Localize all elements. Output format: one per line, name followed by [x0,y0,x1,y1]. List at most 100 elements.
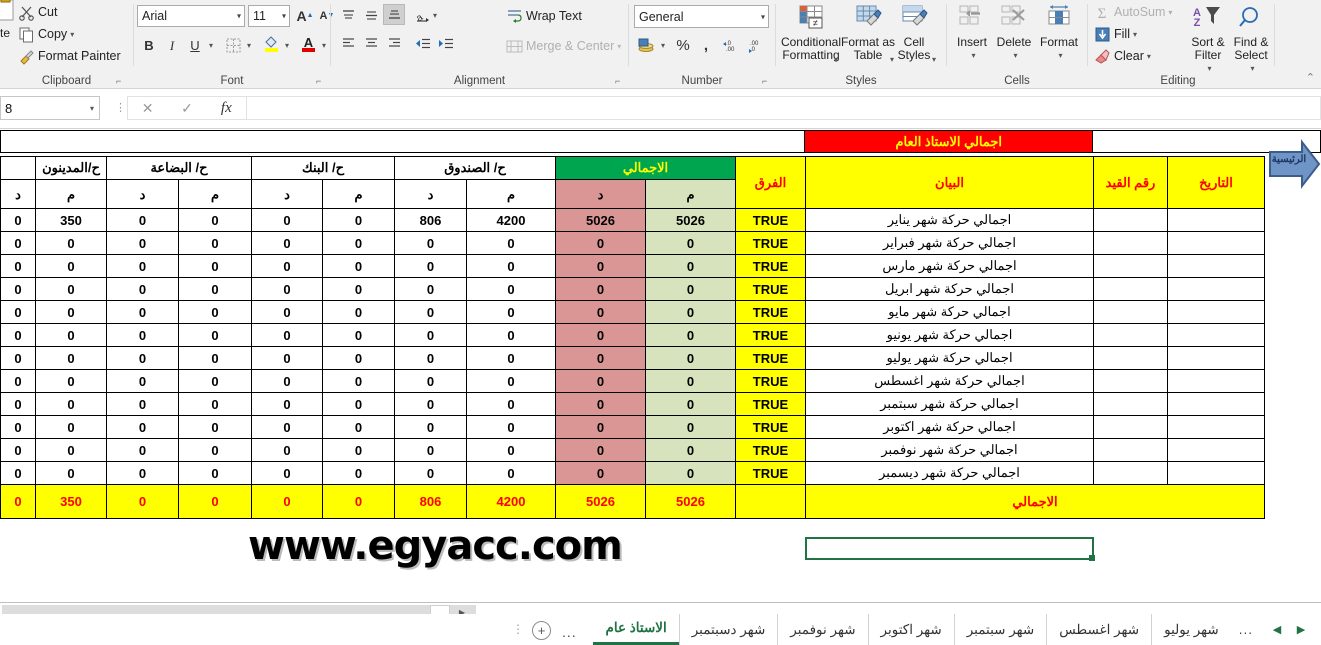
cell-madinun-d[interactable]: 0 [0,277,36,301]
cell-farq[interactable]: TRUE [735,415,806,439]
cell-bank-m[interactable]: 0 [322,392,395,416]
cell-bank-m[interactable]: 0 [322,346,395,370]
insert-cells-button[interactable]: Insert ▾ [950,3,994,62]
cell-bidaa-m[interactable]: 0 [178,346,252,370]
number-format-box[interactable]: General ▾ [634,5,769,28]
cell-bank-d[interactable]: 0 [251,392,323,416]
cell-bank-m[interactable]: 0 [322,277,395,301]
cell-raqm-qaid[interactable] [1093,208,1168,232]
name-box[interactable]: 8 ▾ [0,96,100,120]
cell-bayan[interactable]: اجمالي حركة شهر يناير [805,208,1094,232]
cell-sandouq-m[interactable]: 0 [466,231,556,255]
italic-button[interactable]: I [161,35,183,56]
cell-tarikh[interactable] [1167,300,1265,324]
cell-bank-d[interactable]: 0 [251,346,323,370]
cell-total-m[interactable]: 0 [645,277,736,301]
cell-bank-m[interactable]: 0 [322,438,395,462]
cell-raqm-qaid[interactable] [1093,300,1168,324]
cell-madinun-m[interactable]: 0 [35,461,107,485]
cell-sandouq-m[interactable]: 0 [466,277,556,301]
cell-farq[interactable]: TRUE [735,392,806,416]
orientation-dropdown-icon[interactable]: ▾ [433,11,437,20]
cell-styles-button[interactable]: Cell Styles [892,3,936,62]
cell-madinun-d[interactable]: 0 [0,254,36,278]
cell-styles-dropdown-icon[interactable]: ▾ [932,55,936,64]
cell-madinun-m[interactable]: 0 [35,369,107,393]
cell-madinun-m[interactable]: 0 [35,277,107,301]
fill-button[interactable]: Fill ▾ [1094,24,1137,44]
increase-decimal-button[interactable]: .0 .00 [721,35,745,56]
cell-total-m[interactable]: 0 [645,300,736,324]
cell-bidaa-d[interactable]: 0 [106,300,179,324]
align-left-button[interactable] [337,33,359,54]
bold-button[interactable]: B [138,35,160,56]
cell-bank-d[interactable]: 0 [251,277,323,301]
cell-sandouq-d[interactable]: 0 [394,438,467,462]
cell-farq[interactable]: TRUE [735,208,806,232]
cell-bidaa-m[interactable]: 0 [178,438,252,462]
cell-bank-d[interactable]: 0 [251,323,323,347]
name-box-dropdown-icon[interactable]: ▾ [90,104,94,113]
align-middle-button[interactable] [360,5,382,26]
cell-bidaa-m[interactable]: 0 [178,277,252,301]
cell-bayan[interactable]: اجمالي حركة شهر مايو [805,300,1094,324]
cell-total-m[interactable]: 5026 [645,208,736,232]
cell-bank-m[interactable]: 0 [322,300,395,324]
cell-farq[interactable]: TRUE [735,346,806,370]
cell-sandouq-d[interactable]: 0 [394,392,467,416]
sheet-tab[interactable]: شهر نوفمبر [777,614,867,645]
cell-bidaa-d[interactable]: 0 [106,231,179,255]
comma-style-button[interactable]: , [695,35,717,56]
font-dialog-launcher-icon[interactable]: ⌐ [316,76,325,86]
accounting-dropdown-icon[interactable]: ▾ [661,41,665,50]
cell-tarikh[interactable] [1167,346,1265,370]
cell-sandouq-d[interactable]: 0 [394,461,467,485]
cell-madinun-m[interactable]: 0 [35,415,107,439]
underline-button[interactable]: U [184,35,206,56]
cell-sandouq-d[interactable]: 0 [394,369,467,393]
cell-raqm-qaid[interactable] [1093,254,1168,278]
cell-total-m[interactable]: 0 [645,369,736,393]
cell-bank-d[interactable]: 0 [251,231,323,255]
cell-madinun-d[interactable]: 0 [0,415,36,439]
cell-sandouq-d[interactable]: 0 [394,231,467,255]
cell-madinun-m[interactable]: 0 [35,254,107,278]
cell-raqm-qaid[interactable] [1093,231,1168,255]
cell-bank-m[interactable]: 0 [322,323,395,347]
find-select-dropdown-icon[interactable]: ▾ [1231,62,1274,75]
cell-tarikh[interactable] [1167,392,1265,416]
cell-bank-m[interactable]: 0 [322,254,395,278]
format-as-table-button[interactable]: Format as Table [840,3,896,62]
cell-bayan[interactable]: اجمالي حركة شهر فبراير [805,231,1094,255]
cell-bidaa-d[interactable]: 0 [106,208,179,232]
cell-bank-m[interactable]: 0 [322,461,395,485]
cell-raqm-qaid[interactable] [1093,461,1168,485]
cell-bank-d[interactable]: 0 [251,254,323,278]
cell-sandouq-d[interactable]: 0 [394,277,467,301]
cell-madinun-m[interactable]: 0 [35,231,107,255]
cell-bidaa-d[interactable]: 0 [106,254,179,278]
cell-raqm-qaid[interactable] [1093,323,1168,347]
merge-center-dropdown-icon[interactable]: ▾ [617,42,621,51]
cell-bidaa-m[interactable]: 0 [178,323,252,347]
underline-dropdown-icon[interactable]: ▾ [209,41,213,50]
cell-bayan[interactable]: اجمالي حركة شهر نوفمبر [805,438,1094,462]
wrap-text-button[interactable]: Wrap Text [506,6,582,26]
cell-bayan[interactable]: اجمالي حركة شهر ابريل [805,277,1094,301]
cell-bank-d[interactable]: 0 [251,438,323,462]
cell-bidaa-m[interactable]: 0 [178,392,252,416]
cell-madinun-d[interactable]: 0 [0,346,36,370]
cell-bank-d[interactable]: 0 [251,461,323,485]
cut-button[interactable]: Cut [18,2,57,22]
cell-tarikh[interactable] [1167,438,1265,462]
cell-madinun-d[interactable]: 0 [0,461,36,485]
number-format-dropdown-icon[interactable]: ▾ [761,12,765,21]
formula-bar-grip[interactable]: ⋮ [115,101,126,114]
cell-bayan[interactable]: اجمالي حركة شهر يوليو [805,346,1094,370]
clipboard-dialog-launcher-icon[interactable]: ⌐ [116,76,125,86]
cell-madinun-d[interactable]: 0 [0,369,36,393]
decrease-indent-button[interactable] [412,33,434,54]
cell-total-d[interactable]: 5026 [555,208,646,232]
conditional-formatting-button[interactable]: ≠ Conditional Formatting [778,3,844,62]
cell-madinun-m[interactable]: 0 [35,300,107,324]
